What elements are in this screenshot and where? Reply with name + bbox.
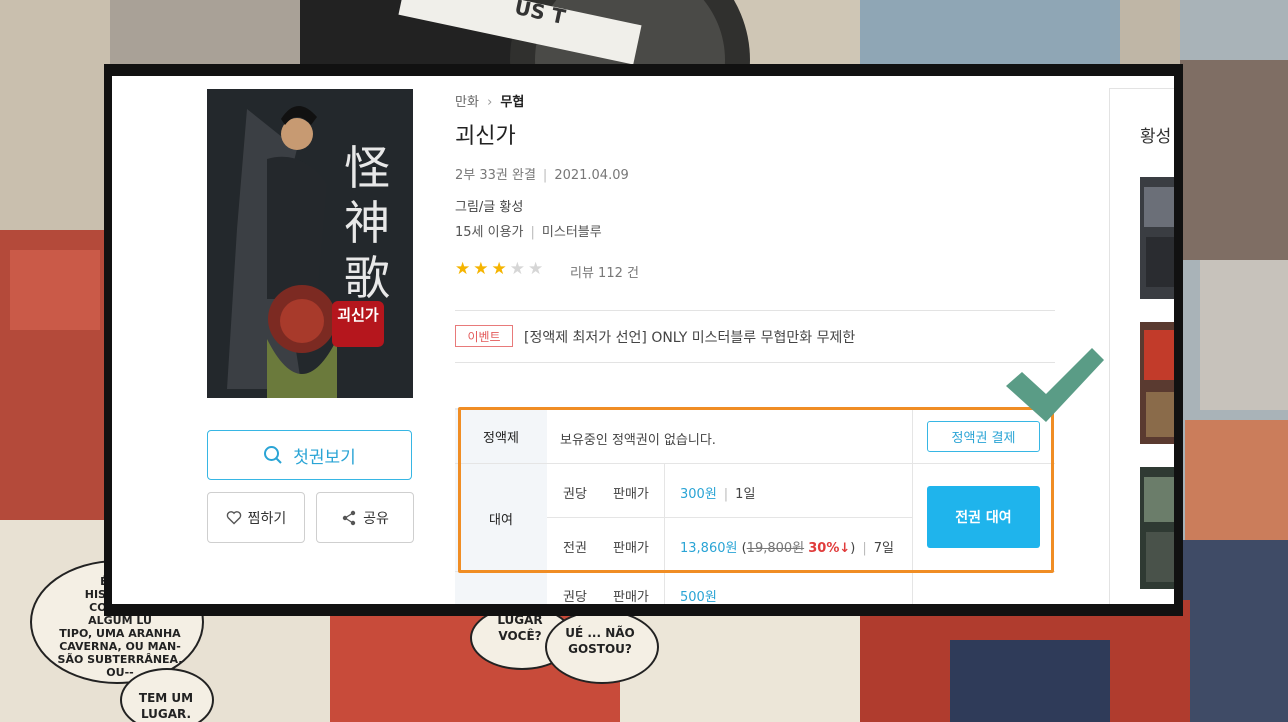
heart-icon [226, 511, 241, 525]
checkmark-icon [1006, 348, 1104, 422]
comic-text-4: UÉ ... NÃO GOSTOU? [565, 626, 635, 656]
thumbnail-art [1140, 467, 1174, 589]
purchase-price-label: 판매가 [613, 590, 649, 604]
breadcrumb: 만화 › 무협 [455, 91, 524, 110]
rental-highlight-box [458, 407, 1054, 573]
wishlist-button[interactable]: 찜하기 [207, 492, 305, 543]
other-work-thumbnail[interactable] [1140, 177, 1174, 299]
star-empty-icon: ★ [528, 259, 544, 279]
comic-text-2: TEM UM LUGAR. [138, 691, 194, 721]
other-work-thumbnail[interactable] [1140, 467, 1174, 589]
event-badge: 이벤트 [455, 325, 513, 347]
divider-bottom [455, 362, 1055, 363]
svg-text:歌: 歌 [344, 251, 390, 305]
star-filled-icon: ★ [491, 259, 507, 279]
cover-artwork: 怪 神 歌 [207, 89, 413, 398]
svg-text:神: 神 [344, 196, 390, 250]
purchase-col-divider [664, 572, 665, 604]
first-volume-label: 첫권보기 [293, 447, 356, 468]
thumbnail-art [1140, 322, 1174, 444]
other-work-thumbnail[interactable] [1140, 322, 1174, 444]
author-other-works: 황성 [1109, 88, 1174, 604]
volume-count: 2부 33권 완결 [455, 168, 536, 183]
share-icon [342, 510, 356, 525]
publisher-link[interactable]: 미스터블루 [542, 225, 602, 240]
purchase-per-volume-type: 권당 [563, 590, 587, 604]
meta-divider: | [542, 168, 548, 183]
breadcrumb-category[interactable]: 만화 [455, 95, 479, 110]
age-divider: | [530, 225, 535, 240]
purchase-price-value: 500원 [680, 590, 717, 604]
other-works-title: 황성 [1140, 127, 1172, 147]
share-label: 공유 [363, 510, 389, 527]
book-cover-image[interactable]: 怪 神 歌 괴신가 [207, 89, 413, 398]
cover-title-logo: 괴신가 [337, 306, 379, 324]
thumbnail-art [1140, 177, 1174, 299]
svg-text:怪: 怪 [344, 141, 390, 195]
divider-top [455, 310, 1055, 311]
wishlist-label: 찜하기 [247, 510, 287, 527]
age-publisher: 15세 이용가 | 미스터블루 [455, 221, 602, 240]
purchase-row: 권당 판매가 500원 [455, 571, 1055, 604]
share-button[interactable]: 공유 [316, 492, 414, 543]
breadcrumb-separator-icon: › [487, 95, 493, 110]
event-link[interactable]: [정액제 최저가 선언] ONLY 미스터블루 무협만화 무제한 [524, 327, 855, 347]
purchase-label [455, 572, 547, 604]
star-rating: ★ ★ ★ ★ ★ [455, 261, 543, 278]
book-meta: 2부 33권 완결 | 2021.04.09 [455, 164, 629, 183]
star-empty-icon: ★ [509, 259, 525, 279]
first-volume-button[interactable]: 첫권보기 [207, 430, 412, 480]
release-date: 2021.04.09 [554, 168, 629, 183]
purchase-col-divider-right [912, 572, 913, 604]
breadcrumb-genre[interactable]: 무협 [500, 95, 524, 110]
star-filled-icon: ★ [473, 259, 489, 279]
search-icon [264, 446, 282, 464]
star-filled-icon: ★ [455, 259, 471, 279]
age-rating: 15세 이용가 [455, 225, 524, 240]
author-info[interactable]: 그림/글 황성 [455, 196, 523, 215]
review-count[interactable]: 리뷰 112 건 [570, 262, 639, 281]
page-title: 괴신가 [455, 124, 516, 149]
